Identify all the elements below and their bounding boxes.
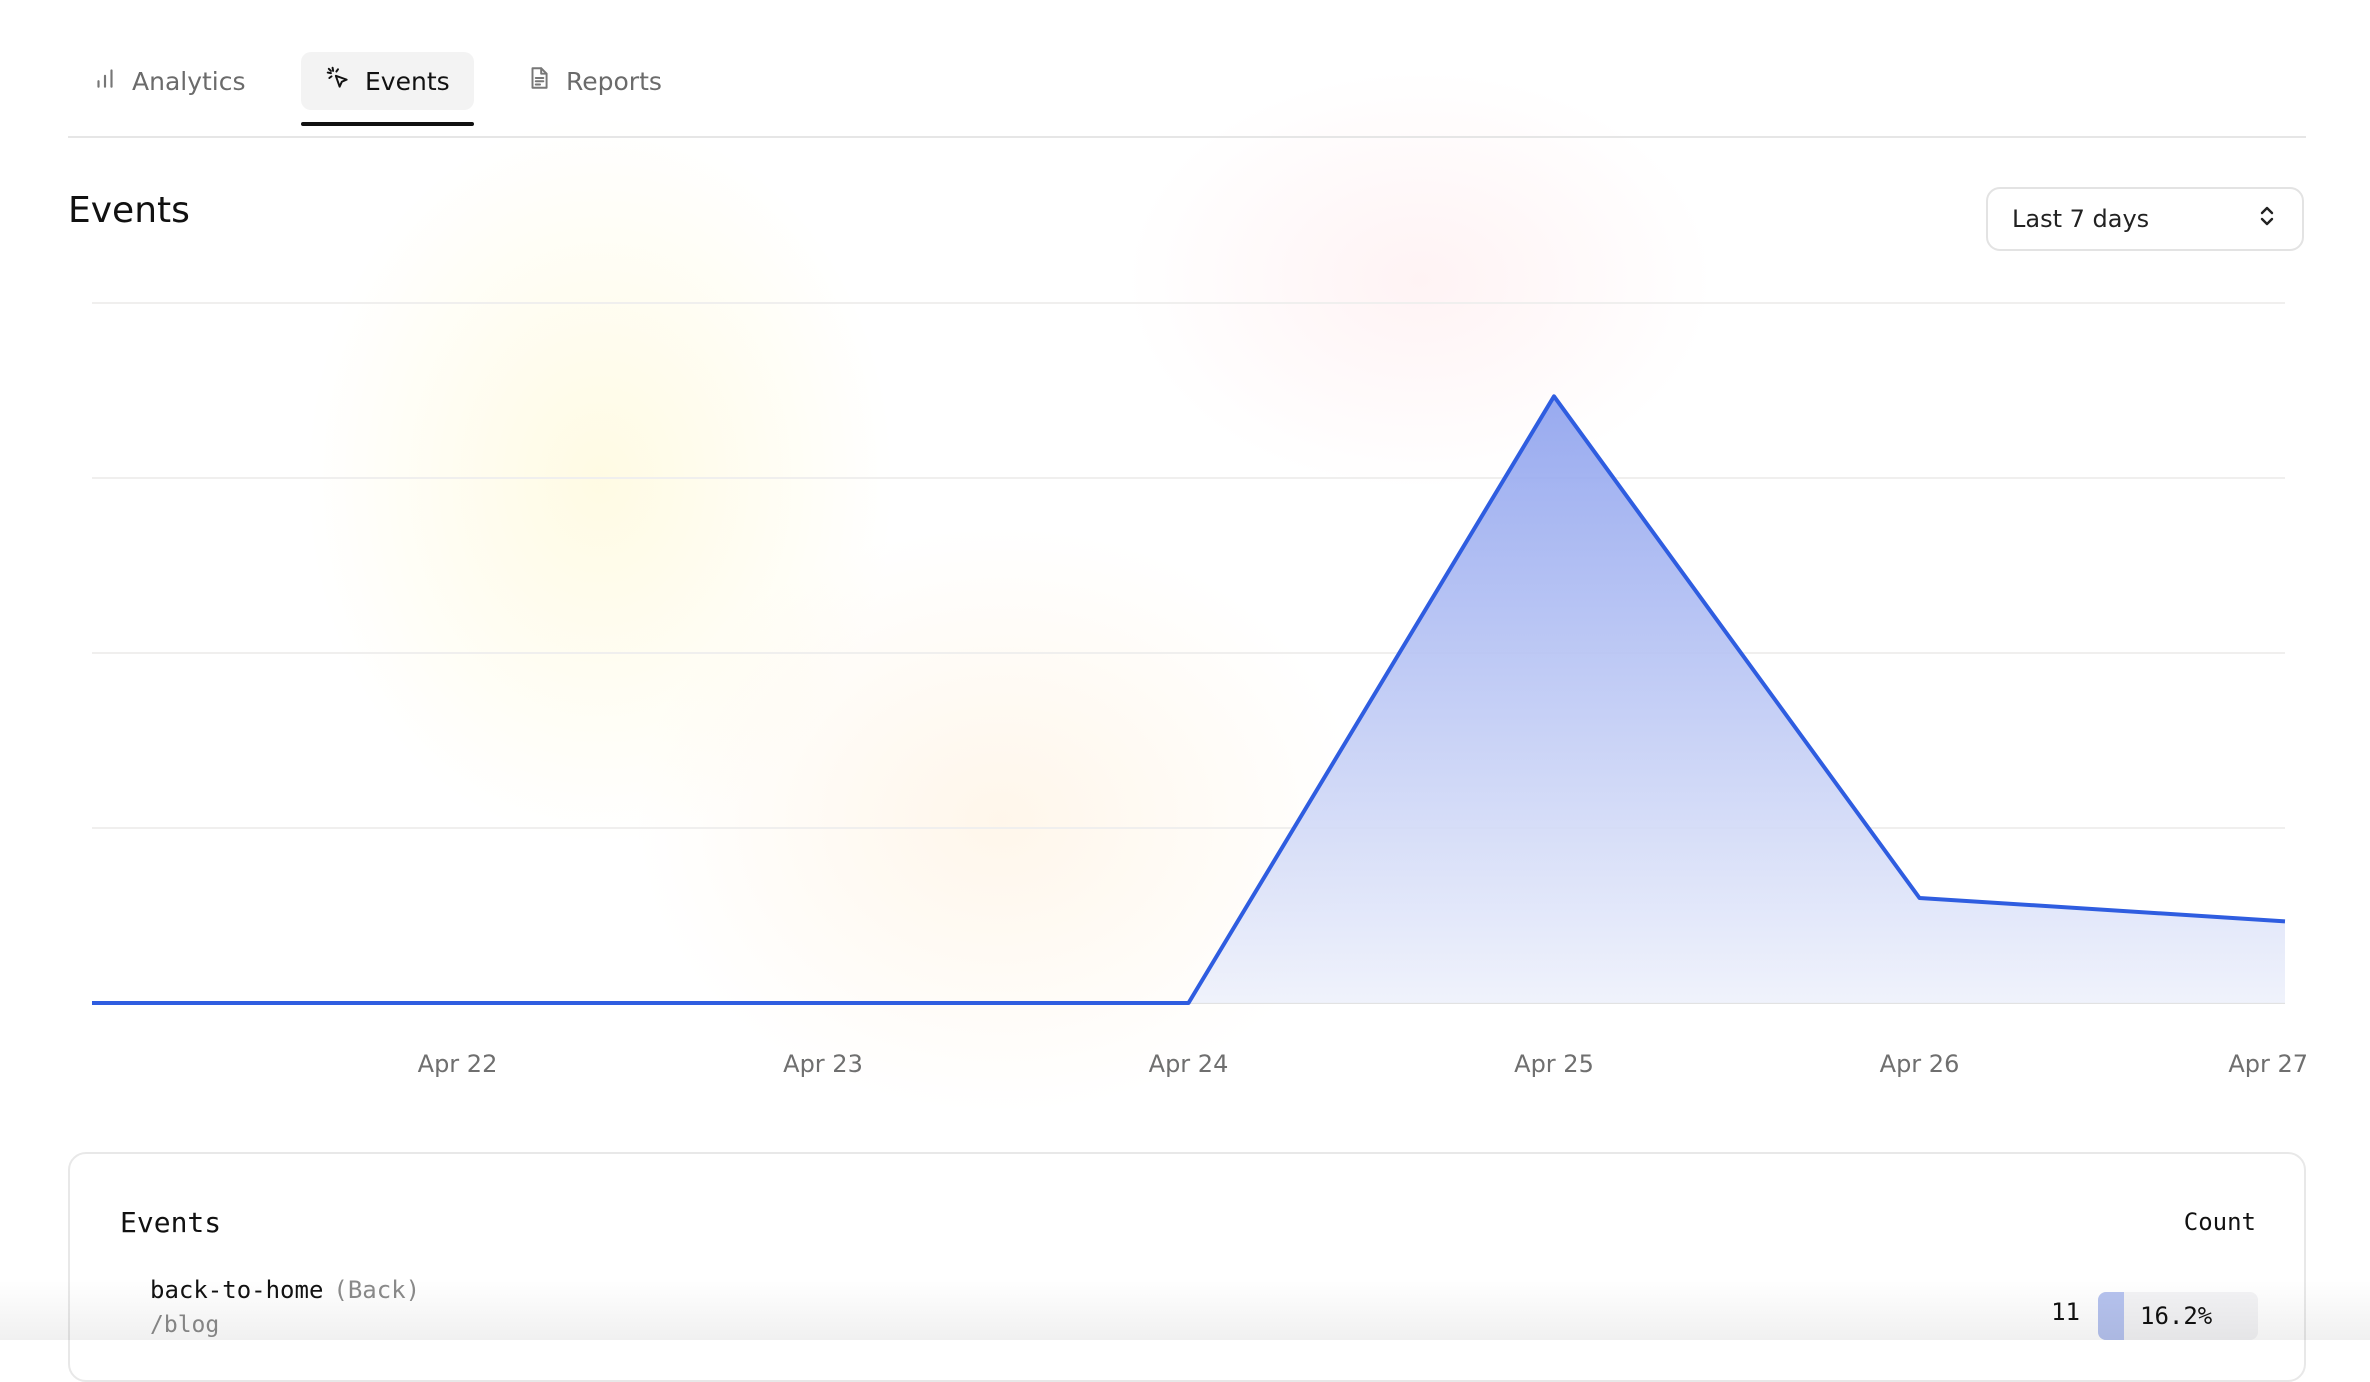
- x-tick-label: Apr 24: [1149, 1050, 1229, 1078]
- event-name: back-to-home: [150, 1276, 324, 1304]
- area-fill: [92, 396, 2285, 1003]
- x-tick-label: Apr 26: [1880, 1050, 1960, 1078]
- count-column-header[interactable]: Count: [2184, 1208, 2256, 1236]
- event-name-cell: back-to-home (Back): [150, 1276, 420, 1304]
- x-tick-label: Apr 23: [783, 1050, 863, 1078]
- x-tick-label: Apr 27: [2228, 1050, 2308, 1078]
- event-count: 11: [2051, 1298, 2080, 1326]
- percent-bar-fill: [2098, 1292, 2124, 1340]
- event-label: (Back): [333, 1276, 421, 1304]
- event-percent: 16.2%: [2140, 1302, 2213, 1330]
- events-area-chart: Apr 22 Apr 23 Apr 24 Apr 25 Apr 26 Apr 27: [92, 302, 2308, 1078]
- events-table-card: Events Count back-to-home (Back) /blog 11…: [68, 1152, 2306, 1382]
- table-title: Events: [120, 1206, 222, 1239]
- percent-bar: 16.2%: [2098, 1292, 2258, 1340]
- x-tick-label: Apr 22: [418, 1050, 498, 1078]
- event-path: /blog: [150, 1312, 220, 1338]
- x-tick-label: Apr 25: [1514, 1050, 1594, 1078]
- table-row[interactable]: back-to-home (Back) /blog 11 16.2%: [150, 1276, 2258, 1356]
